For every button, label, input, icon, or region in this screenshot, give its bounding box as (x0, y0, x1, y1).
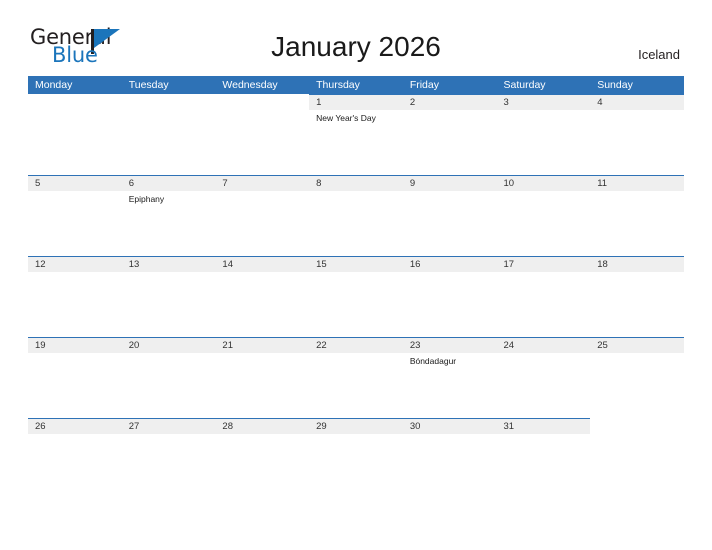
weekday-header-saturday: Saturday (503, 79, 546, 91)
day-number: 18 (597, 259, 608, 270)
day-cell[interactable]: 5 (28, 175, 122, 256)
day-number: 13 (128, 259, 140, 270)
weekday-header-sunday: Sunday (597, 79, 633, 91)
date-band (215, 175, 310, 191)
date-band (590, 418, 684, 434)
day-cell[interactable]: 12 (28, 256, 122, 337)
region-label: Iceland (638, 47, 680, 62)
page-header: General Blue January 2026 Iceland (0, 0, 712, 76)
date-band (309, 94, 403, 110)
day-cell[interactable]: 9 (402, 175, 497, 256)
date-band (121, 175, 216, 191)
day-cell[interactable]: 28 (215, 418, 310, 499)
day-number: 1 (316, 97, 322, 108)
calendar-week-row: 19 20 21 22 23 Bóndadagur 24 25 (28, 337, 684, 418)
day-cell[interactable]: 27 (121, 418, 216, 499)
day-number: 9 (409, 178, 416, 189)
day-cell[interactable]: 4 (590, 94, 684, 175)
day-number: 16 (409, 259, 421, 270)
date-band (28, 175, 122, 191)
calendar-week-row: 1 New Year's Day 2 3 4 (28, 94, 684, 175)
day-cell[interactable] (590, 418, 684, 499)
date-band (496, 94, 591, 110)
day-number: 12 (35, 259, 46, 270)
day-cell[interactable]: 10 (496, 175, 591, 256)
day-number: 21 (222, 340, 233, 351)
day-number: 10 (503, 178, 515, 189)
day-cell[interactable]: 16 (402, 256, 497, 337)
day-cell[interactable]: 21 (215, 337, 310, 418)
day-cell[interactable]: 30 (402, 418, 497, 499)
day-cell[interactable]: 15 (309, 256, 403, 337)
date-band (28, 94, 122, 110)
day-event: New Year's Day (316, 113, 376, 123)
day-number: 22 (316, 340, 327, 351)
day-number: 14 (222, 259, 233, 270)
day-cell[interactable] (215, 94, 309, 175)
date-band (309, 175, 403, 191)
day-cell[interactable]: 13 (121, 256, 216, 337)
day-cell[interactable]: 20 (121, 337, 216, 418)
day-number: 11 (597, 178, 608, 189)
day-number: 20 (128, 340, 140, 351)
day-event: Epiphany (128, 194, 165, 204)
day-number: 7 (222, 178, 228, 189)
day-cell[interactable]: 11 (590, 175, 684, 256)
calendar-week-row: 5 6 Epiphany 7 8 9 10 11 (28, 175, 684, 256)
day-number: 8 (316, 178, 322, 189)
day-cell[interactable]: 14 (215, 256, 310, 337)
day-number: 3 (503, 97, 509, 108)
day-cell[interactable]: 22 (309, 337, 403, 418)
weekday-header-tuesday: Tuesday (128, 79, 169, 91)
day-number: 29 (316, 421, 327, 432)
day-cell[interactable] (28, 94, 122, 175)
date-band (122, 94, 216, 110)
day-cell[interactable]: 18 (590, 256, 684, 337)
date-band (402, 94, 497, 110)
day-number: 23 (409, 340, 421, 351)
weekday-header-thursday: Thursday (316, 79, 360, 91)
day-cell[interactable]: 19 (28, 337, 122, 418)
day-number: 27 (128, 421, 140, 432)
day-number: 24 (503, 340, 515, 351)
weekday-header-wednesday: Wednesday (222, 79, 278, 91)
day-event: Bóndadagur (409, 356, 457, 366)
day-number: 26 (35, 421, 46, 432)
day-cell[interactable]: 1 New Year's Day (309, 94, 403, 175)
date-band (215, 94, 309, 110)
calendar-weekday-header: Monday Tuesday Wednesday Thursday Friday… (28, 76, 684, 94)
day-cell[interactable]: 2 (402, 94, 497, 175)
day-number: 4 (597, 97, 603, 108)
day-number: 31 (503, 421, 515, 432)
day-number: 5 (35, 178, 41, 189)
day-cell[interactable]: 24 (496, 337, 591, 418)
day-cell[interactable]: 31 (496, 418, 591, 499)
day-cell[interactable]: 8 (309, 175, 403, 256)
day-cell[interactable]: 25 (590, 337, 684, 418)
day-number: 30 (409, 421, 421, 432)
weekday-header-friday: Friday (409, 79, 439, 91)
date-band (402, 175, 497, 191)
day-cell[interactable]: 3 (496, 94, 591, 175)
day-number: 15 (316, 259, 327, 270)
day-cell[interactable] (122, 94, 216, 175)
calendar-week-row: 12 13 14 15 16 17 18 (28, 256, 684, 337)
day-cell[interactable]: 26 (28, 418, 122, 499)
day-cell[interactable]: 7 (215, 175, 310, 256)
calendar-week-row: 26 27 28 29 30 31 (28, 418, 684, 499)
day-number: 2 (409, 97, 416, 108)
day-number: 25 (597, 340, 608, 351)
day-number: 6 (128, 178, 134, 189)
day-number: 19 (35, 340, 46, 351)
day-cell[interactable]: 6 Epiphany (121, 175, 216, 256)
date-band (590, 94, 684, 110)
page-title: January 2026 (271, 31, 441, 62)
day-number: 28 (222, 421, 233, 432)
calendar-grid: Monday Tuesday Wednesday Thursday Friday… (28, 76, 684, 499)
weekday-header-monday: Monday (35, 79, 73, 91)
day-number: 17 (503, 259, 515, 270)
day-cell[interactable]: 23 Bóndadagur (402, 337, 497, 418)
day-cell[interactable]: 29 (309, 418, 403, 499)
day-cell[interactable]: 17 (496, 256, 591, 337)
